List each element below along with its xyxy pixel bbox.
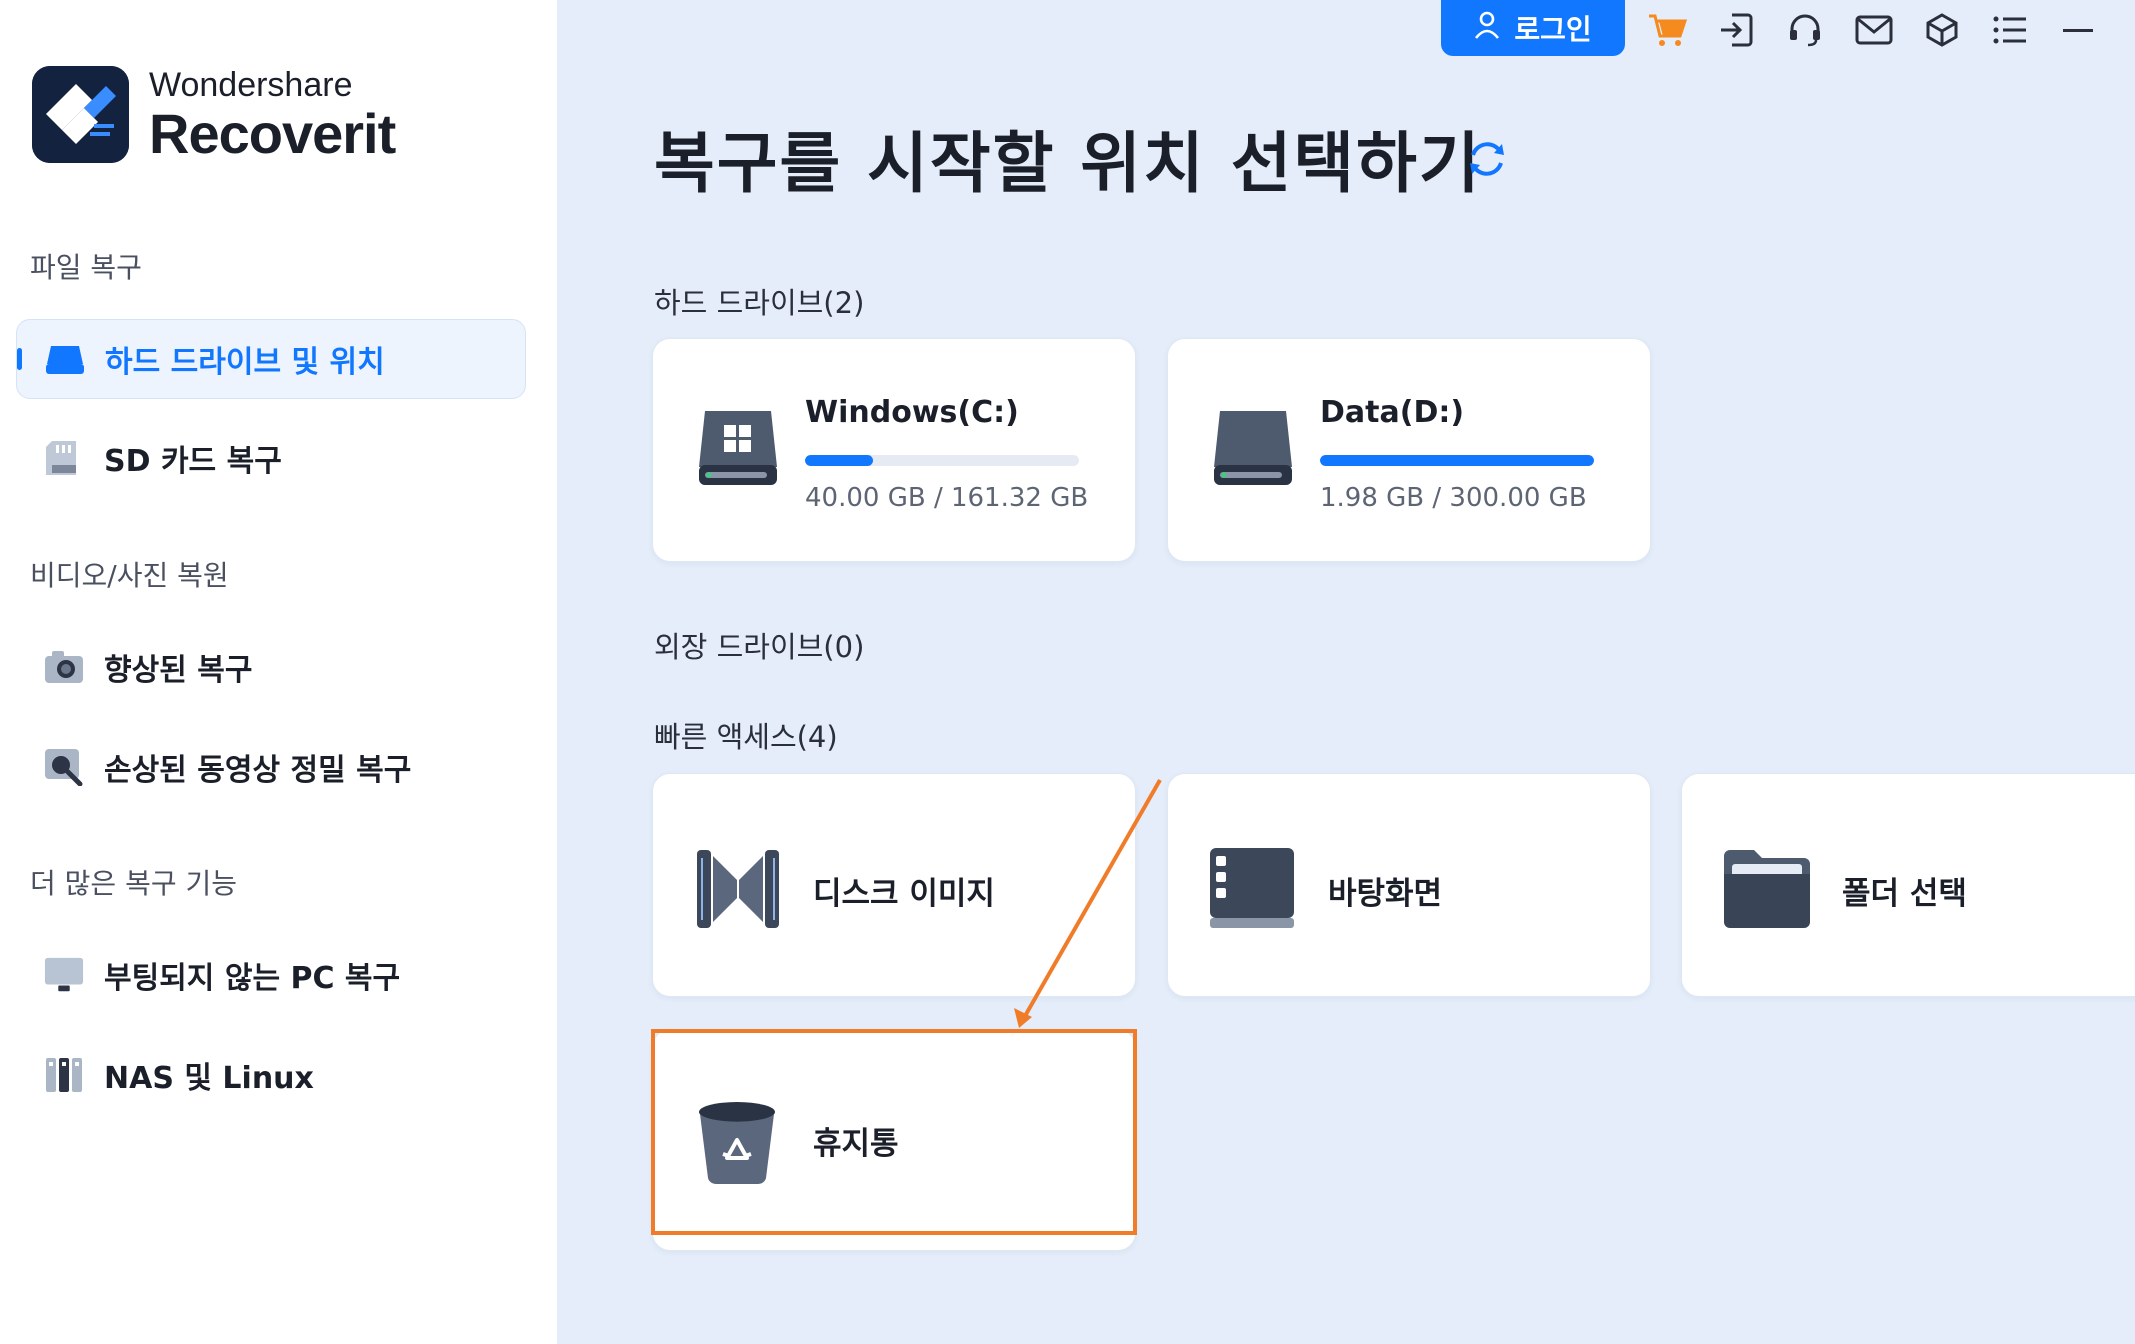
sd-card-icon xyxy=(44,438,84,478)
login-label: 로그인 xyxy=(1514,13,1592,46)
quick-card-desktop[interactable]: 바탕화면 xyxy=(1167,773,1651,997)
annotation-highlight-box xyxy=(651,1029,1137,1235)
app-logo: Wondershare Recoverit xyxy=(32,65,396,165)
quick-card-folder[interactable]: 폴더 선택 xyxy=(1681,773,2135,997)
disk-image-icon xyxy=(695,848,781,934)
external-drives-title: 외장 드라이브(0) xyxy=(654,630,865,664)
sidebar-item-label: 향상된 복구 xyxy=(104,653,253,688)
drive-name: Data(D:) xyxy=(1320,395,1465,430)
refresh-icon[interactable] xyxy=(1466,138,1508,180)
mail-icon[interactable] xyxy=(1852,8,1896,52)
sidebar-item-hard-drive[interactable]: 하드 드라이브 및 위치 xyxy=(16,319,526,399)
quick-card-label: 폴더 선택 xyxy=(1842,876,1967,912)
hard-disk-icon xyxy=(1212,409,1298,495)
sidebar-item-label: SD 카드 복구 xyxy=(104,444,282,479)
nas-icon xyxy=(44,1055,84,1095)
cart-icon[interactable] xyxy=(1645,8,1689,52)
drive-name: Windows(C:) xyxy=(805,395,1019,430)
drive-usage-bar xyxy=(805,455,1079,466)
hard-drive-icon xyxy=(45,339,85,379)
sign-in-icon[interactable] xyxy=(1714,8,1758,52)
sidebar: Wondershare Recoverit 파일 복구 하드 드라이브 및 위치… xyxy=(0,0,557,1344)
section-title-more-features: 더 많은 복구 기능 xyxy=(30,867,238,900)
drive-card-d[interactable]: Data(D:) 1.98 GB / 300.00 GB xyxy=(1167,338,1651,562)
sidebar-item-label: NAS 및 Linux xyxy=(104,1061,314,1096)
windows-drive-icon xyxy=(697,409,783,495)
video-repair-icon xyxy=(44,747,84,787)
sidebar-item-sd-card[interactable]: SD 카드 복구 xyxy=(16,418,526,498)
headset-icon[interactable] xyxy=(1783,8,1827,52)
drive-size: 1.98 GB / 300.00 GB xyxy=(1320,483,1587,513)
cube-icon[interactable] xyxy=(1920,8,1964,52)
drive-size: 40.00 GB / 161.32 GB xyxy=(805,483,1089,513)
monitor-icon xyxy=(44,955,84,995)
drive-card-c[interactable]: Windows(C:) 40.00 GB / 161.32 GB xyxy=(652,338,1136,562)
drive-usage-fill xyxy=(805,455,873,466)
section-title-file-recovery: 파일 복구 xyxy=(30,251,142,284)
quick-card-label: 디스크 이미지 xyxy=(813,876,995,912)
sidebar-item-video-repair[interactable]: 손상된 동영상 정밀 복구 xyxy=(16,727,526,807)
sidebar-item-unbootable-pc[interactable]: 부팅되지 않는 PC 복구 xyxy=(16,935,526,1015)
product-name: Recoverit xyxy=(149,101,396,165)
user-icon xyxy=(1474,11,1500,46)
drive-usage-fill xyxy=(1320,455,1594,466)
page-title: 복구를 시작할 위치 선택하기 xyxy=(654,125,1482,202)
camera-icon xyxy=(44,647,84,687)
login-button[interactable]: 로그인 xyxy=(1441,0,1625,56)
sidebar-item-enhanced-recovery[interactable]: 향상된 복구 xyxy=(16,627,526,707)
recoverit-logo-icon xyxy=(32,66,129,163)
quick-card-label: 바탕화면 xyxy=(1328,876,1443,912)
quick-card-disk-image[interactable]: 디스크 이미지 xyxy=(652,773,1136,997)
section-title-video-photo: 비디오/사진 복원 xyxy=(30,559,229,592)
quick-access-title: 빠른 액세스(4) xyxy=(654,720,838,754)
drive-usage-bar xyxy=(1320,455,1594,466)
minimize-icon[interactable] xyxy=(2056,8,2100,52)
sidebar-item-label: 부팅되지 않는 PC 복구 xyxy=(104,961,401,996)
sidebar-item-nas-linux[interactable]: NAS 및 Linux xyxy=(16,1035,526,1115)
active-indicator xyxy=(17,348,22,370)
sidebar-item-label: 손상된 동영상 정밀 복구 xyxy=(104,753,412,788)
hard-drives-title: 하드 드라이브(2) xyxy=(654,286,865,320)
desktop-icon xyxy=(1208,846,1294,932)
folder-icon xyxy=(1722,846,1810,932)
menu-icon[interactable] xyxy=(1988,8,2032,52)
brand-name: Wondershare xyxy=(149,65,353,104)
sidebar-item-label: 하드 드라이브 및 위치 xyxy=(105,345,385,380)
